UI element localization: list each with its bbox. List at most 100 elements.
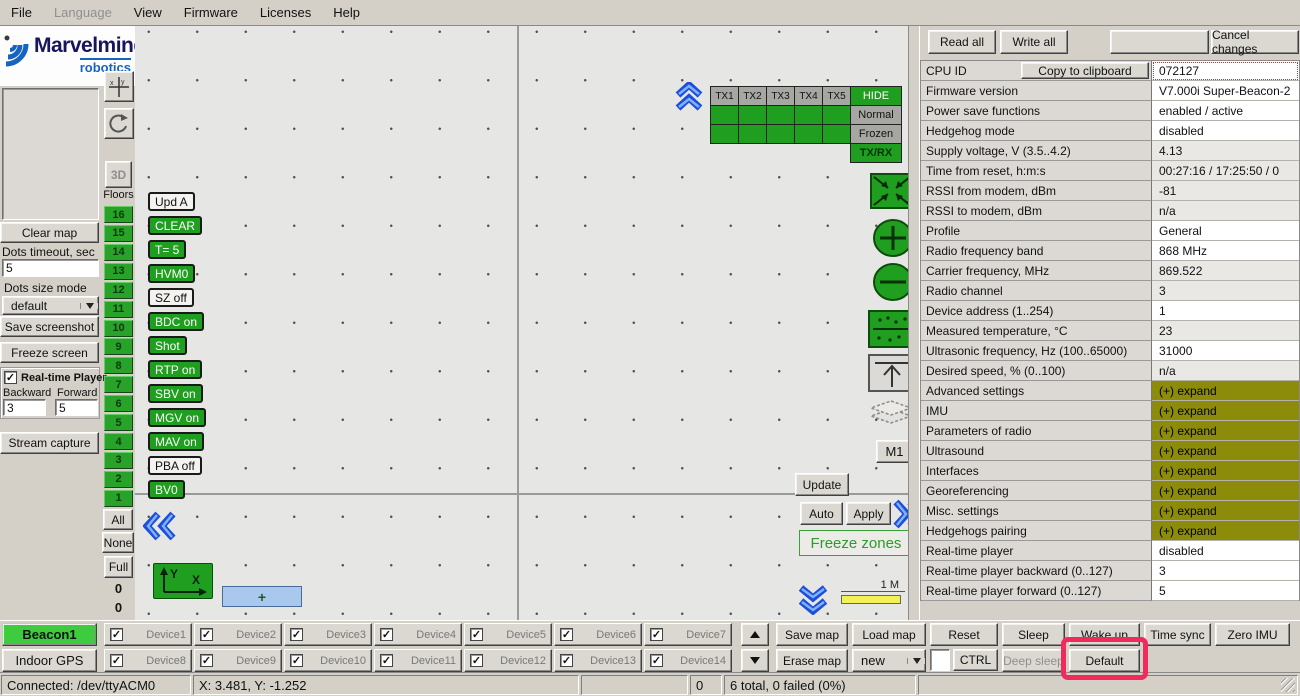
chevron-down-icon[interactable]	[907, 658, 925, 664]
param-value[interactable]: enabled / active	[1152, 101, 1299, 121]
m1-button[interactable]: M1	[876, 440, 908, 463]
menu-item[interactable]: View	[123, 1, 173, 24]
device-cell[interactable]: Device2	[194, 623, 282, 646]
param-value[interactable]: 072127	[1152, 61, 1299, 81]
device-checkbox[interactable]	[650, 628, 663, 641]
wake-up-button[interactable]: Wake up	[1069, 623, 1140, 646]
param-value[interactable]: (+) expand	[1152, 421, 1299, 441]
map-toggle-button[interactable]: BV0	[148, 480, 185, 499]
tx-header-cell[interactable]: TX5	[822, 86, 851, 106]
device-cell[interactable]: Device5	[464, 623, 552, 646]
menu-item[interactable]: Language	[43, 1, 123, 24]
resize-grip-icon[interactable]	[1281, 678, 1295, 692]
map-toggle-button[interactable]: Upd A	[148, 192, 195, 211]
tx-header-cell[interactable]: TX1	[710, 86, 739, 106]
map-toggle-button[interactable]: SBV on	[148, 384, 203, 403]
tx-cell[interactable]	[766, 124, 795, 144]
indoor-gps-tab[interactable]: Indoor GPS	[2, 649, 97, 672]
menu-item[interactable]: Firmware	[173, 1, 249, 24]
panel-splitter[interactable]	[908, 26, 920, 620]
stream-capture-button[interactable]: Stream capture	[0, 432, 99, 454]
map-toggle-button[interactable]: SZ off	[148, 288, 194, 307]
device-cell[interactable]: Device3	[284, 623, 372, 646]
device-checkbox[interactable]	[380, 628, 393, 641]
fit-to-screen-icon[interactable]	[870, 173, 908, 209]
floor-button[interactable]: 8	[104, 357, 133, 374]
tx-cell[interactable]	[710, 124, 739, 144]
menu-item[interactable]: File	[0, 1, 43, 24]
tx-cell[interactable]	[794, 105, 823, 125]
tx-cell[interactable]	[738, 124, 767, 144]
floor-button[interactable]: 7	[104, 376, 133, 393]
device-cell[interactable]: Device12	[464, 649, 552, 672]
menu-item[interactable]: Help	[322, 1, 371, 24]
floor-button[interactable]: 13	[104, 263, 133, 280]
ctrl-button[interactable]: CTRL	[953, 649, 998, 671]
zoom-in-icon[interactable]	[872, 218, 908, 258]
device-checkbox[interactable]	[200, 654, 213, 667]
param-value[interactable]: 5	[1152, 581, 1299, 601]
device-checkbox[interactable]	[470, 628, 483, 641]
floors-all-button[interactable]: All	[103, 509, 133, 530]
copy-to-clipboard-button[interactable]: Copy to clipboard	[1021, 62, 1149, 79]
param-value[interactable]: (+) expand	[1152, 401, 1299, 421]
default-button[interactable]: Default	[1069, 649, 1140, 672]
param-value[interactable]: 00:27:16 / 17:25:50 / 0	[1152, 161, 1299, 181]
param-value[interactable]: (+) expand	[1152, 481, 1299, 501]
apply-button[interactable]: Apply	[846, 502, 891, 525]
beacon1-tab[interactable]: Beacon1	[2, 623, 97, 646]
save-map-button[interactable]: Save map	[776, 623, 848, 646]
map-toggle-button[interactable]: MAV on	[148, 432, 204, 451]
param-value[interactable]: disabled	[1152, 121, 1299, 141]
tx-cell[interactable]	[822, 105, 851, 125]
dots-size-dropdown[interactable]: default	[2, 296, 99, 315]
sleep-button[interactable]: Sleep	[1002, 623, 1065, 646]
move-up-icon[interactable]	[868, 354, 908, 392]
ctrl-checkbox[interactable]	[930, 649, 950, 671]
device-checkbox[interactable]	[290, 628, 303, 641]
floor-button[interactable]: 10	[104, 320, 133, 337]
freeze-zones-button[interactable]: Freeze zones	[799, 530, 908, 556]
tx-cell[interactable]	[766, 105, 795, 125]
floor-button[interactable]: 3	[104, 452, 133, 469]
tx-cell[interactable]	[794, 124, 823, 144]
floor-button[interactable]: 12	[104, 282, 133, 299]
menu-item[interactable]: Licenses	[249, 1, 322, 24]
tx-cell[interactable]	[822, 124, 851, 144]
map-toggle-button[interactable]: RTP on	[148, 360, 202, 379]
floor-button[interactable]: 1	[104, 490, 133, 507]
param-value[interactable]: (+) expand	[1152, 521, 1299, 541]
chevron-down-icon[interactable]	[80, 303, 98, 309]
collapse-left-icon[interactable]	[143, 510, 179, 542]
device-cell[interactable]: Device10	[284, 649, 372, 672]
param-value[interactable]: n/a	[1152, 201, 1299, 221]
param-value[interactable]: (+) expand	[1152, 381, 1299, 401]
deep-sleep-button[interactable]: Deep sleep	[1002, 649, 1065, 672]
zoom-out-icon[interactable]	[872, 262, 908, 302]
param-value[interactable]: 3	[1152, 281, 1299, 301]
device-cell[interactable]: Device4	[374, 623, 462, 646]
dots-display-icon[interactable]	[868, 310, 908, 348]
param-value[interactable]: (+) expand	[1152, 441, 1299, 461]
param-value[interactable]: 868 MHz	[1152, 241, 1299, 261]
add-zone-button[interactable]: +	[222, 586, 302, 607]
device-cell[interactable]: Device1	[104, 623, 192, 646]
device-cell[interactable]: Device6	[554, 623, 642, 646]
auto-button[interactable]: Auto	[800, 502, 843, 525]
param-value[interactable]: (+) expand	[1152, 501, 1299, 521]
load-map-button[interactable]: Load map	[852, 623, 926, 646]
device-cell[interactable]: Device7	[644, 623, 732, 646]
erase-map-button[interactable]: Erase map	[776, 649, 848, 672]
floors-full-button[interactable]: Full	[104, 556, 133, 578]
device-cell[interactable]: Device11	[374, 649, 462, 672]
expand-right-icon[interactable]	[892, 498, 908, 530]
dots-timeout-input[interactable]: 5	[2, 259, 99, 277]
view-3d-button[interactable]: 3D	[105, 161, 132, 188]
reset-button[interactable]: Reset	[930, 623, 998, 646]
map-toggle-button[interactable]: MGV on	[148, 408, 206, 427]
device-checkbox[interactable]	[380, 654, 393, 667]
tx-cell[interactable]	[710, 105, 739, 125]
device-checkbox[interactable]	[200, 628, 213, 641]
device-cell[interactable]: Device8	[104, 649, 192, 672]
tx-header-cell[interactable]: TX4	[794, 86, 823, 106]
